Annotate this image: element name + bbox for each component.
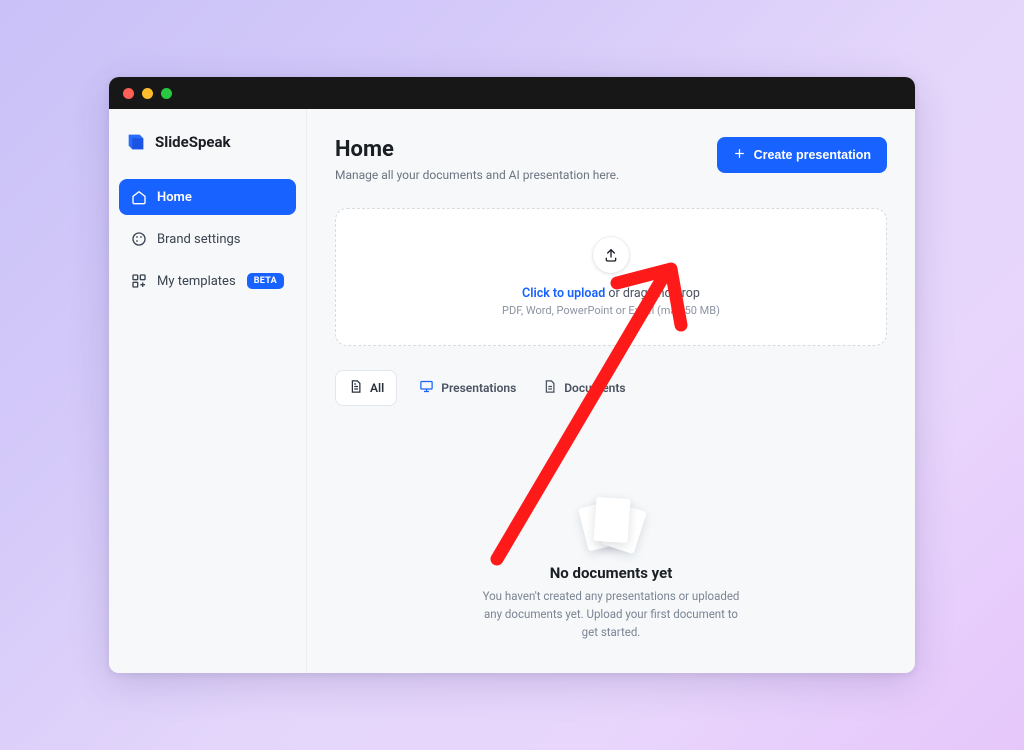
create-presentation-button[interactable]: Create presentation xyxy=(717,137,887,173)
page-heading-block: Home Manage all your documents and AI pr… xyxy=(335,137,619,182)
templates-icon xyxy=(131,273,147,289)
plus-icon xyxy=(733,147,746,163)
filter-label: Presentations xyxy=(441,381,516,395)
window-titlebar xyxy=(109,77,915,109)
palette-icon xyxy=(131,231,147,247)
logo-icon xyxy=(125,131,147,153)
home-icon xyxy=(131,189,147,205)
window-minimize-dot[interactable] xyxy=(142,88,153,99)
window-close-dot[interactable] xyxy=(123,88,134,99)
upload-primary-text: Click to upload or drag and drop xyxy=(522,286,700,301)
create-button-label: Create presentation xyxy=(754,148,871,162)
empty-state: No documents yet You haven't created any… xyxy=(335,496,887,641)
app-body: SlideSpeak Home Brand settings xyxy=(109,109,915,673)
beta-badge: BETA xyxy=(247,273,284,289)
page-subtitle: Manage all your documents and AI present… xyxy=(335,168,619,182)
sidebar-item-brand-settings[interactable]: Brand settings xyxy=(119,221,296,257)
page-header: Home Manage all your documents and AI pr… xyxy=(335,137,887,182)
upload-rest-text: or drag and drop xyxy=(605,286,700,301)
sidebar: SlideSpeak Home Brand settings xyxy=(109,109,307,673)
page-title: Home xyxy=(335,137,619,162)
empty-text: You haven't created any presentations or… xyxy=(481,588,741,641)
sidebar-item-my-templates[interactable]: My templates BETA xyxy=(119,263,296,299)
upload-icon xyxy=(593,237,629,273)
sidebar-item-label: Home xyxy=(157,190,192,205)
sidebar-item-home[interactable]: Home xyxy=(119,179,296,215)
click-to-upload-link[interactable]: Click to upload xyxy=(522,286,605,301)
filter-tabs: All Presentations Documents xyxy=(335,370,887,406)
filter-presentations[interactable]: Presentations xyxy=(415,371,520,405)
document-icon xyxy=(348,379,363,397)
filter-documents[interactable]: Documents xyxy=(538,371,629,405)
brand-name: SlideSpeak xyxy=(155,133,231,151)
upload-dropzone[interactable]: Click to upload or drag and drop PDF, Wo… xyxy=(335,208,887,346)
app-window: SlideSpeak Home Brand settings xyxy=(109,77,915,673)
empty-illustration-icon xyxy=(579,496,643,550)
filter-all[interactable]: All xyxy=(335,370,397,406)
sidebar-item-label: Brand settings xyxy=(157,232,241,247)
presentation-icon xyxy=(419,379,434,397)
documents-icon xyxy=(542,379,557,397)
filter-label: All xyxy=(370,381,384,395)
sidebar-item-label: My templates xyxy=(157,274,236,289)
upload-subtext: PDF, Word, PowerPoint or Excel (max 50 M… xyxy=(502,304,720,317)
main-content: Home Manage all your documents and AI pr… xyxy=(307,109,915,673)
window-zoom-dot[interactable] xyxy=(161,88,172,99)
sidebar-nav: Home Brand settings My templates BETA xyxy=(119,179,296,299)
brand-logo[interactable]: SlideSpeak xyxy=(119,131,296,179)
filter-label: Documents xyxy=(564,381,625,395)
empty-title: No documents yet xyxy=(550,564,673,582)
